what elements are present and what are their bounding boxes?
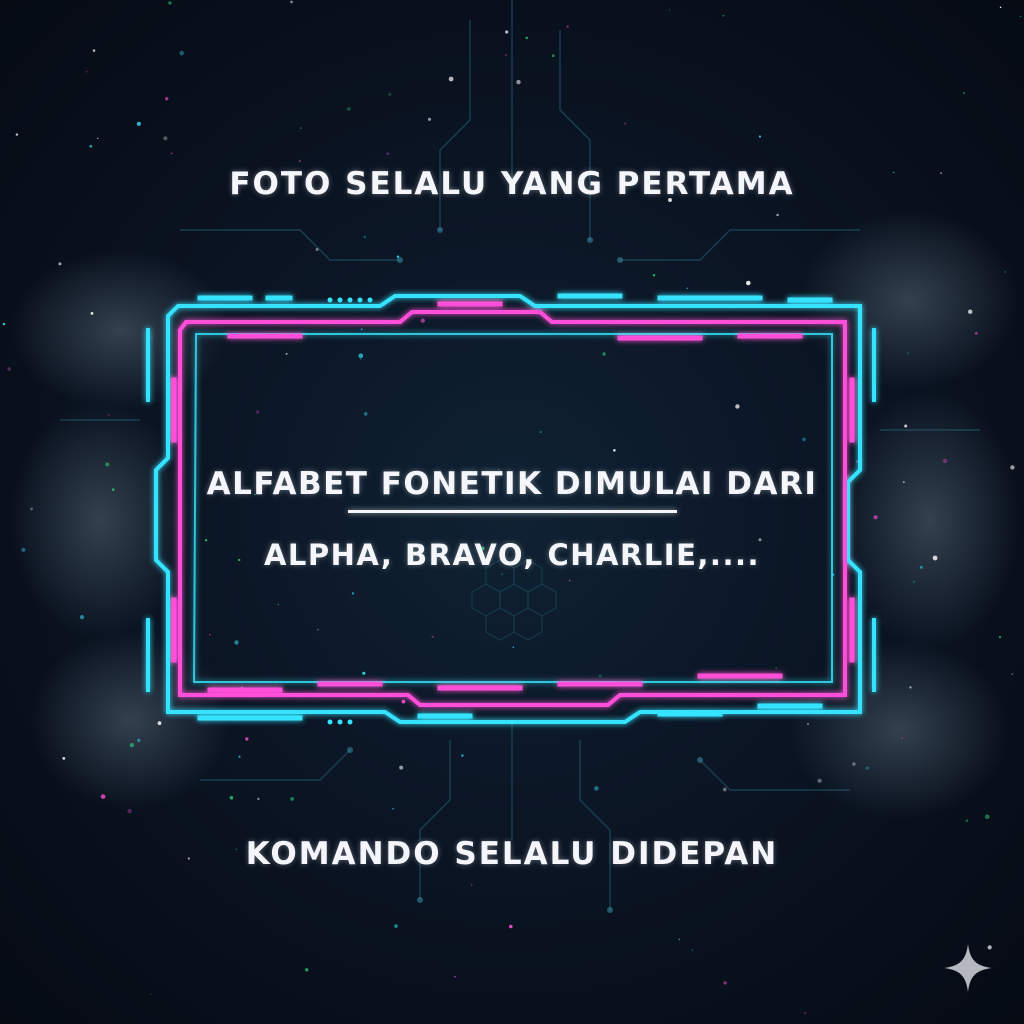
sparkle-icon bbox=[944, 944, 992, 992]
top-caption: FOTO SELALU YANG PERTAMA bbox=[229, 166, 795, 202]
frame-inner-magenta bbox=[178, 310, 847, 707]
headline: ALFABET FONETIK DIMULAI DARI bbox=[206, 466, 818, 502]
headline-underline bbox=[348, 510, 677, 513]
bottom-caption: KOMANDO SELALU DIDEPAN bbox=[245, 836, 779, 872]
frame-outer-cyan bbox=[154, 294, 862, 724]
frame-inner-cyan bbox=[192, 333, 833, 683]
subline: ALPHA, BRAVO, CHARLIE,.... bbox=[263, 538, 760, 572]
